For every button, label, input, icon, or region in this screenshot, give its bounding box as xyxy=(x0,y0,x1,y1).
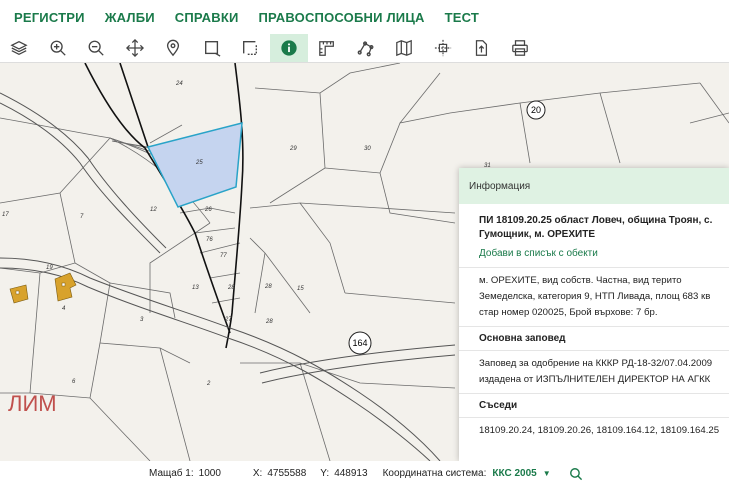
menu-licensed-persons[interactable]: ПРАВОСПОСОБНИ ЛИЦА xyxy=(259,10,425,25)
main-order-line: Заповед за одобрение на КККР РД-18-32/07… xyxy=(479,358,713,369)
crosshair-icon xyxy=(434,39,451,57)
print-icon xyxy=(511,40,528,56)
parcel-title-line: ПИ 18109.20.25 област Ловеч, община Троя… xyxy=(479,215,713,226)
measure-distance-icon xyxy=(319,41,334,56)
pan-button[interactable] xyxy=(116,34,154,62)
info-panel-header: Информация xyxy=(459,168,729,204)
parcel-title: ПИ 18109.20.25 област Ловеч, община Троя… xyxy=(459,204,729,242)
parcel-label: 30 xyxy=(364,146,371,152)
parcel-label: 24 xyxy=(175,81,183,87)
parcel-label: 29 xyxy=(289,146,297,152)
main-order-text: Заповед за одобрение на КККР РД-18-32/07… xyxy=(459,351,729,393)
zoom-out-icon xyxy=(88,40,104,56)
menu-registers[interactable]: РЕГИСТРИ xyxy=(14,10,85,25)
zoom-in-icon xyxy=(50,40,66,56)
location-pin-icon xyxy=(166,39,180,57)
parcel-label: 77 xyxy=(220,253,227,259)
road-number-164-label: 164 xyxy=(352,338,367,348)
main-order-line: издадена от ИЗПЪЛНИТЕЛЕН ДИРЕКТОР НА АГК… xyxy=(479,374,711,385)
main-menu: РЕГИСТРИ ЖАЛБИ СПРАВКИ ПРАВОСПОСОБНИ ЛИЦ… xyxy=(0,0,729,34)
place-name: ЛИМ xyxy=(8,391,57,416)
menu-test[interactable]: ТЕСТ xyxy=(445,10,479,25)
select-rectangle-icon xyxy=(204,41,220,57)
parcel-label: 26 xyxy=(204,207,212,213)
x-coordinate-value: 4755588 xyxy=(267,468,307,479)
add-to-list-link[interactable]: Добави в списък с обекти xyxy=(459,242,729,268)
parcel-label: 2 xyxy=(206,381,211,387)
parcel-title-line: Гумощник, м. ОРЕХИТЕ xyxy=(479,229,595,240)
scale-value: 1000 xyxy=(198,468,221,479)
select-rectangle-button[interactable] xyxy=(193,34,231,62)
parcel-description: м. ОРЕХИТЕ, вид собств. Частна, вид тери… xyxy=(459,268,729,326)
neighbors-text: 18109.20.24, 18109.20.26, 18109.164.12, … xyxy=(479,425,720,436)
map-icon xyxy=(396,39,412,57)
search-icon xyxy=(569,467,582,480)
parcel-description-line: стар номер 020025, Брой върхове: 7 бр. xyxy=(479,307,658,318)
info-panel: Информация ПИ 18109.20.25 област Ловеч, … xyxy=(459,168,729,461)
zoom-in-button[interactable] xyxy=(39,34,77,62)
layers-icon xyxy=(10,40,28,56)
menu-complaints[interactable]: ЖАЛБИ xyxy=(105,10,155,25)
select-area-button[interactable] xyxy=(231,34,269,62)
parcel-label: 27 xyxy=(224,317,232,323)
chevron-down-icon[interactable]: ▼ xyxy=(543,469,551,478)
x-coordinate-label: X: xyxy=(252,468,263,479)
parcel-description-line: Земеделска, категория 9, НТП Ливада, пло… xyxy=(479,291,711,302)
zoom-out-button[interactable] xyxy=(77,34,115,62)
location-button[interactable] xyxy=(154,34,192,62)
base-map-button[interactable] xyxy=(385,34,423,62)
parcel-label: 76 xyxy=(206,237,213,243)
parcel-label: 19 xyxy=(46,265,53,271)
layers-button[interactable] xyxy=(0,34,38,62)
parcel-description-line: м. ОРЕХИТЕ, вид собств. Частна, вид тери… xyxy=(479,275,682,286)
pan-icon xyxy=(125,39,144,57)
select-area-icon xyxy=(243,41,257,55)
parcel-label: 28 xyxy=(227,285,235,291)
parcel-label: 25 xyxy=(195,160,203,166)
parcel-label: 13 xyxy=(192,285,199,291)
y-coordinate-value: 448913 xyxy=(334,468,368,479)
measure-distance-button[interactable] xyxy=(308,34,346,62)
main-order-heading: Основна заповед xyxy=(459,326,729,351)
measure-polyline-button[interactable] xyxy=(347,34,385,62)
parcel-label: 15 xyxy=(297,286,304,292)
neighbors-heading: Съседи xyxy=(459,393,729,418)
export-button[interactable] xyxy=(462,34,500,62)
map-toolbar xyxy=(0,34,729,63)
info-button[interactable] xyxy=(269,34,308,62)
crs-label: Координатна система: xyxy=(382,468,487,479)
menu-references[interactable]: СПРАВКИ xyxy=(175,10,239,25)
parcel-label: 17 xyxy=(2,212,9,218)
crosshair-button[interactable] xyxy=(424,34,462,62)
print-button[interactable] xyxy=(501,34,539,62)
y-coordinate-label: Y: xyxy=(320,468,330,479)
search-button[interactable] xyxy=(569,467,583,481)
status-bar: Мащаб 1: 1000 X: 4755588 Y: 448913 Коорд… xyxy=(0,461,729,486)
road-number-20-label: 20 xyxy=(531,105,541,115)
info-icon xyxy=(280,40,297,56)
export-icon xyxy=(475,40,488,56)
parcel-label: 12 xyxy=(150,207,157,213)
parcel-label: 28 xyxy=(264,284,272,290)
parcel-label: 28 xyxy=(265,319,273,325)
measure-polyline-icon xyxy=(357,41,373,57)
crs-select[interactable]: ККС 2005 xyxy=(492,468,536,479)
scale-label: Мащаб 1: xyxy=(149,468,194,479)
